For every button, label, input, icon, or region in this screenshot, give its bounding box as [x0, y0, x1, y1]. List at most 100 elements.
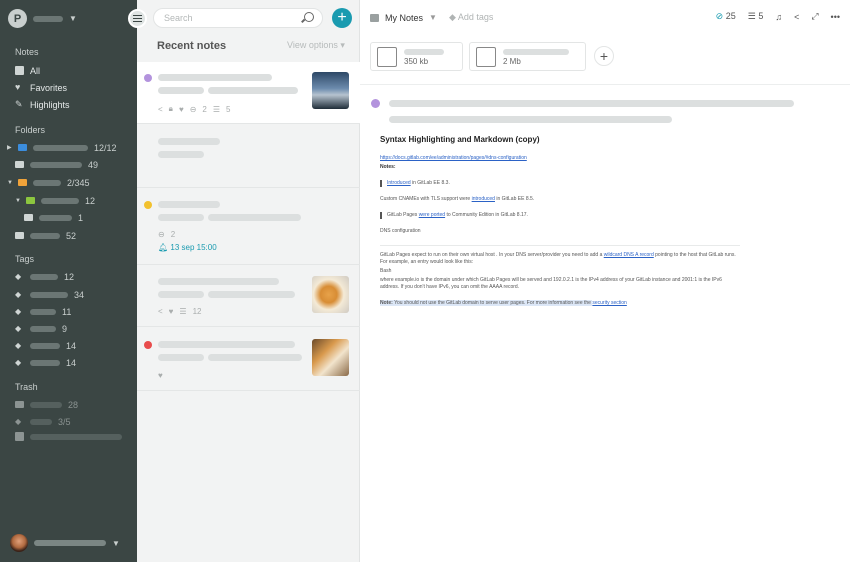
hamburger-menu-icon[interactable] [128, 9, 147, 28]
expand-arrow-icon: ▶ [7, 145, 12, 151]
heart-icon: ♥ [168, 307, 174, 316]
color-dot [144, 74, 152, 82]
add-note-button[interactable]: + [332, 8, 352, 28]
user-avatar [10, 534, 28, 552]
link-icon: ⊖ [189, 104, 197, 114]
note-body[interactable]: Syntax Highlighting and Markdown (copy) … [380, 135, 740, 316]
note-thumbnail [312, 339, 349, 376]
folder-item[interactable]: 52 [15, 229, 76, 242]
video-file-icon [377, 47, 397, 67]
share-icon: < [158, 307, 163, 316]
more-options-icon[interactable]: ••• [831, 12, 840, 22]
folder-icon [15, 401, 24, 408]
tags-heading: Tags [15, 254, 35, 264]
tag-item[interactable]: ◆ 9 [15, 322, 67, 335]
notebook-selector[interactable]: My Notes [385, 13, 423, 23]
add-tags-button[interactable]: ◆ Add tags [449, 12, 493, 23]
list-item[interactable]: ♥ [137, 327, 360, 391]
chevron-down-icon[interactable]: ▼ [429, 13, 437, 22]
list-item[interactable]: < 🔒︎ ♥ ⊖ 2 ☰ 5 [137, 62, 360, 124]
color-dot [144, 341, 152, 349]
search-icon [304, 12, 314, 22]
folder-item[interactable]: ▼ 2/345 [7, 176, 90, 189]
document-icon [15, 432, 24, 441]
attachment-archive[interactable]: 2 Mb [469, 42, 586, 71]
folder-icon [18, 144, 27, 151]
folders-heading: Folders [15, 125, 46, 135]
tag-item[interactable]: ◆ 14 [15, 356, 76, 369]
account-name-placeholder [33, 15, 63, 22]
link-icon: ⊖ [158, 230, 165, 239]
trash-tag-item[interactable]: ◆ 3/5 [15, 415, 71, 428]
tag-icon: ◆ [15, 358, 22, 367]
search-input[interactable]: Search [153, 8, 323, 28]
sidebar-item-favorites[interactable]: ♥ Favorites [15, 81, 67, 94]
note-title-placeholder [389, 100, 794, 107]
list-title: Recent notes [157, 40, 227, 52]
tag-icon: ◆ [15, 290, 22, 299]
attachment-video[interactable]: 350 kb [370, 42, 463, 71]
view-options-button[interactable]: View options ▾ [287, 40, 345, 51]
chevron-down-icon: ▼ [112, 538, 120, 548]
doc-title: Syntax Highlighting and Markdown (copy) [380, 135, 540, 144]
shared-folder-icon [15, 232, 24, 239]
sidebar: P ▼ Notes All ♥ Favorites ✎ Highlights F… [0, 0, 137, 562]
link-icon: ⊘ [715, 11, 724, 21]
links-button[interactable]: ⊘ 25 [716, 11, 736, 22]
tag-icon: ◆ [15, 417, 22, 426]
heart-icon: ♥ [158, 371, 163, 380]
note-editor: My Notes ▼ ◆ Add tags ⊘ 25 ☰ 5 ♫ < ⤢ •••… [360, 0, 850, 562]
note-color-dot[interactable] [371, 99, 380, 108]
share-icon[interactable]: < [794, 12, 799, 22]
tag-icon: ◆ [15, 324, 22, 333]
folder-icon [24, 214, 33, 221]
tag-item[interactable]: ◆ 34 [15, 288, 84, 301]
checklist-icon: ☰ [747, 11, 756, 21]
folder-item[interactable]: 1 [24, 211, 83, 224]
checklist-icon: ☰ [212, 104, 221, 114]
trash-heading: Trash [15, 382, 38, 392]
color-dot [144, 201, 152, 209]
checklist-icon: ☰ [179, 307, 187, 316]
notes-list: Search + Recent notes View options ▾ < 🔒… [137, 0, 360, 562]
archive-file-icon [476, 47, 496, 67]
account-switcher[interactable]: P ▼ [8, 9, 77, 28]
sidebar-item-all[interactable]: All [15, 64, 40, 77]
bell-icon[interactable]: ♫ [775, 12, 782, 22]
collapse-arrow-icon: ▼ [15, 197, 21, 204]
notes-heading: Notes [15, 47, 39, 57]
share-icon: < [158, 104, 163, 114]
note-thumbnail [312, 276, 349, 313]
blockquote: GitLab Pages were ported to Community Ed… [380, 212, 740, 219]
heart-icon: ♥ [178, 104, 184, 114]
note-thumbnail [312, 72, 349, 109]
doc-link[interactable]: https://docs.gitlab.com/ee/administratio… [380, 155, 527, 161]
document-icon [15, 66, 24, 75]
list-item[interactable] [137, 124, 360, 188]
trash-note-item[interactable] [15, 430, 122, 443]
folder-item[interactable]: ▶ 12/12 [7, 141, 117, 154]
notebook-folder-icon [370, 13, 379, 22]
expand-icon[interactable]: ⤢ [811, 11, 818, 22]
reminder-badge[interactable]: 🔔︎ 13 sep 15:00 [158, 243, 217, 252]
folder-item[interactable]: 49 [15, 158, 98, 171]
blockquote: Introduced in GitLab EE 8.3. [380, 180, 740, 187]
heart-icon: ♥ [15, 82, 21, 92]
tag-icon: ◆ [15, 307, 22, 316]
tag-icon: ◆ [15, 341, 22, 350]
tag-item[interactable]: ◆ 14 [15, 339, 76, 352]
tag-item[interactable]: ◆ 12 [15, 270, 74, 283]
list-item[interactable]: < ♥ ☰ 12 [137, 265, 360, 327]
folder-item[interactable]: ▼ 12 [15, 194, 95, 207]
collapse-arrow-icon: ▼ [7, 179, 13, 186]
trash-folder-item[interactable]: 28 [15, 398, 78, 411]
sidebar-item-highlights[interactable]: ✎ Highlights [15, 98, 70, 111]
lock-icon: 🔒︎ [168, 104, 173, 113]
user-profile[interactable]: ▼ [10, 534, 120, 552]
tag-item[interactable]: ◆ 11 [15, 305, 71, 318]
checklist-button[interactable]: ☰ 5 [748, 11, 764, 22]
list-item[interactable]: ⊖ 2 🔔︎ 13 sep 15:00 [137, 188, 360, 265]
folder-icon [26, 197, 35, 204]
add-attachment-button[interactable]: + [594, 46, 614, 66]
folder-icon [15, 161, 24, 168]
